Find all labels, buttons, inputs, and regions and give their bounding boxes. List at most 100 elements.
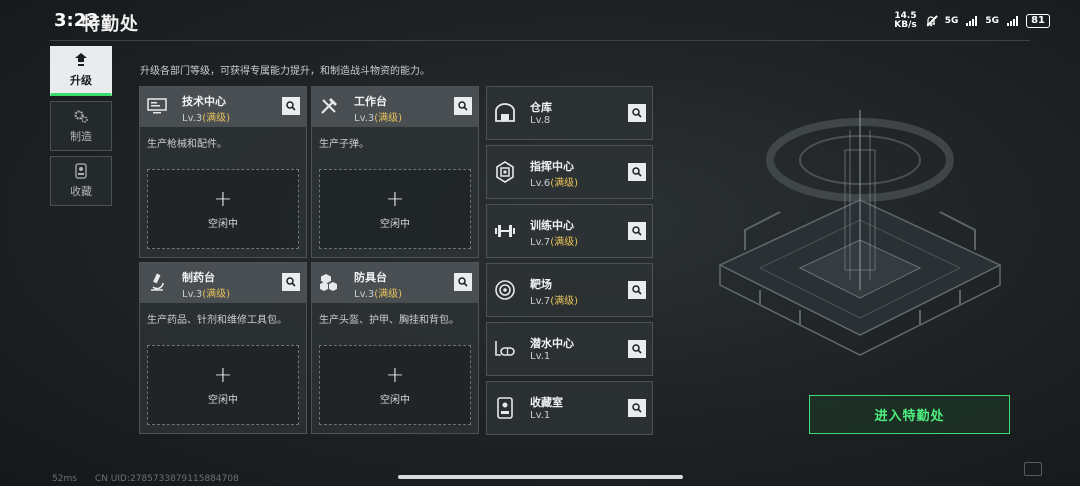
facility-name: 仓库	[530, 101, 552, 114]
search-icon	[286, 277, 296, 287]
production-slot[interactable]: + 空闲中	[147, 169, 299, 249]
diving-mask-icon	[495, 341, 515, 356]
target-icon	[495, 280, 515, 300]
facility-name: 训练中心	[530, 219, 574, 232]
facility-shooting-range[interactable]: 靶场 Lv.7(满级)	[486, 263, 653, 317]
search-icon	[632, 167, 642, 177]
slot-status: 空闲中	[208, 218, 238, 230]
home-indicator[interactable]	[398, 475, 683, 479]
production-slot[interactable]: + 空闲中	[147, 345, 299, 425]
inspect-button[interactable]	[628, 222, 646, 240]
armor-boxes-icon	[320, 274, 337, 291]
nav-upgrade-label: 升级	[70, 74, 92, 87]
module-description: 生产药品、针剂和维修工具包。	[147, 315, 287, 326]
inspect-button[interactable]	[628, 281, 646, 299]
facility-level: Lv.1	[530, 351, 551, 362]
facility-training-center[interactable]: 训练中心 Lv.7(满级)	[486, 204, 653, 258]
facility-level: Lv.8	[530, 115, 551, 126]
module-level: Lv.3(满级)	[182, 113, 231, 124]
header-divider	[50, 40, 1030, 41]
chat-icon[interactable]	[1024, 462, 1042, 476]
footer-info: 52ms CN UID:2785733879115884708	[52, 474, 239, 484]
module-card-tech-center[interactable]: 技术中心 Lv.3(满级) 生产枪械和配件。 + 空闲中	[139, 86, 307, 258]
nav-collection[interactable]: 收藏	[50, 156, 112, 206]
facility-command-center[interactable]: 指挥中心 Lv.6(满级)	[486, 145, 653, 199]
microscope-icon	[151, 273, 164, 291]
search-icon	[632, 108, 642, 118]
slot-status: 空闲中	[380, 394, 410, 406]
inspect-button[interactable]	[282, 273, 300, 291]
nav-manufacture-label: 制造	[70, 130, 92, 143]
module-level: Lv.3(满级)	[182, 289, 231, 300]
module-card-pharmacy[interactable]: 制药台 Lv.3(满级) 生产药品、针剂和维修工具包。 + 空闲中	[139, 262, 307, 434]
facility-level: Lv.7(满级)	[530, 237, 579, 248]
slot-status: 空闲中	[380, 218, 410, 230]
facility-level: Lv.7(满级)	[530, 296, 579, 307]
facility-diving-center[interactable]: 潜水中心 Lv.1	[486, 322, 653, 376]
module-description: 生产头盔、护甲、胸挂和背包。	[319, 315, 459, 326]
search-icon	[286, 101, 296, 111]
chip-icon	[496, 161, 514, 183]
production-slot[interactable]: + 空闲中	[319, 345, 471, 425]
search-icon	[458, 277, 468, 287]
module-name: 防具台	[354, 271, 387, 284]
inspect-button[interactable]	[628, 340, 646, 358]
collection-room-icon	[497, 397, 513, 419]
nav-upgrade[interactable]: 升级	[50, 46, 112, 96]
card-header: 防具台 Lv.3(满级)	[312, 263, 478, 303]
search-icon	[632, 226, 642, 236]
module-description: 生产子弹。	[319, 139, 369, 150]
inspect-button[interactable]	[628, 163, 646, 181]
nav-collection-label: 收藏	[70, 185, 92, 198]
slot-status: 空闲中	[208, 394, 238, 406]
left-nav: 升级 制造 收藏	[50, 46, 112, 211]
plus-icon: +	[213, 186, 233, 212]
page-description: 升级各部门等级，可获得专属能力提升，和制造战斗物资的能力。	[140, 66, 430, 77]
system-status-bar: 14.5 KB/s 5G 5G 81	[894, 12, 1050, 30]
monitor-icon	[147, 98, 167, 114]
module-card-armor-bench[interactable]: 防具台 Lv.3(满级) 生产头盔、护甲、胸挂和背包。 + 空闲中	[311, 262, 479, 434]
inspect-button[interactable]	[454, 97, 472, 115]
inspect-button[interactable]	[282, 97, 300, 115]
module-card-workbench[interactable]: 工作台 Lv.3(满级) 生产子弹。 + 空闲中	[311, 86, 479, 258]
search-icon	[632, 403, 642, 413]
facility-name: 指挥中心	[530, 160, 574, 173]
network-speed: 14.5 KB/s	[894, 11, 917, 30]
upgrade-icon	[75, 53, 87, 66]
nav-manufacture[interactable]: 制造	[50, 101, 112, 151]
module-name: 技术中心	[182, 95, 226, 108]
enter-special-ops-button[interactable]: 进入特勤处	[809, 395, 1010, 434]
facility-3d-illustration	[718, 110, 1002, 356]
facility-level: Lv.1	[530, 410, 551, 421]
plus-icon: +	[213, 362, 233, 388]
max-level-tag: (满级)	[374, 113, 403, 124]
signal-icon	[966, 16, 978, 26]
card-header: 技术中心 Lv.3(满级)	[140, 87, 306, 127]
signal-icon	[1007, 16, 1019, 26]
module-description: 生产枪械和配件。	[147, 139, 227, 150]
search-icon	[632, 344, 642, 354]
module-name: 工作台	[354, 95, 387, 108]
collection-icon	[75, 163, 87, 179]
warehouse-icon	[495, 103, 515, 122]
facility-name: 潜水中心	[530, 337, 574, 350]
inspect-button[interactable]	[628, 399, 646, 417]
gears-icon	[74, 110, 88, 123]
plus-icon: +	[385, 362, 405, 388]
ping-readout: 52ms	[52, 474, 77, 484]
card-header: 工作台 Lv.3(满级)	[312, 87, 478, 127]
max-level-tag: (满级)	[202, 289, 231, 300]
production-slot[interactable]: + 空闲中	[319, 169, 471, 249]
inspect-button[interactable]	[454, 273, 472, 291]
facility-collection-room[interactable]: 收藏室 Lv.1	[486, 381, 653, 435]
inspect-button[interactable]	[628, 104, 646, 122]
battery-indicator: 81	[1026, 14, 1050, 28]
search-icon	[458, 101, 468, 111]
facility-warehouse[interactable]: 仓库 Lv.8	[486, 86, 653, 140]
mute-bell-icon	[925, 15, 937, 27]
module-name: 制药台	[182, 271, 215, 284]
max-level-tag: (满级)	[374, 289, 403, 300]
module-level: Lv.3(满级)	[354, 113, 403, 124]
page-title: 特勤处	[82, 14, 139, 35]
user-id: CN UID:2785733879115884708	[94, 474, 239, 484]
